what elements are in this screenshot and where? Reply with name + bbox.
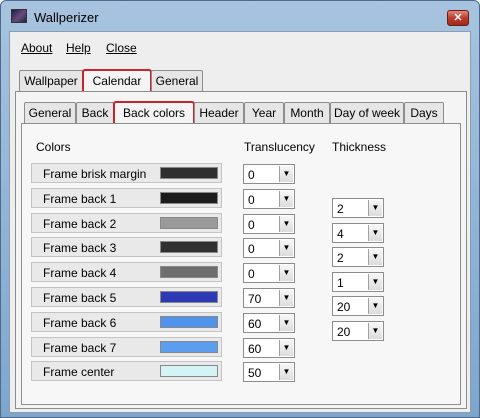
color-row[interactable]: Frame back 6 [31, 312, 222, 332]
color-label: Frame back 1 [43, 192, 117, 206]
title-bar[interactable]: Wallperizer ✕ [1, 1, 479, 31]
menu-help[interactable]: Help [66, 41, 91, 55]
color-row[interactable]: Frame back 7 [31, 337, 222, 357]
translucency-value: 0 [248, 218, 255, 232]
thickness-select[interactable]: 1 ▼ [332, 272, 384, 292]
color-row[interactable]: Frame back 4 [31, 262, 222, 282]
color-label: Frame back 5 [43, 291, 117, 305]
thickness-value: 1 [337, 276, 344, 290]
color-row[interactable]: Frame back 1 [31, 188, 222, 208]
color-label: Frame back 6 [43, 316, 117, 330]
color-label: Frame back 2 [43, 217, 117, 231]
color-label: Frame back 4 [43, 266, 117, 280]
thickness-header: Thickness [332, 140, 387, 154]
color-label: Frame back 7 [43, 341, 117, 355]
translucency-select[interactable]: 0 ▼ [243, 263, 295, 283]
tab-back-colors[interactable]: Back colors [113, 101, 195, 126]
chevron-down-icon[interactable]: ▼ [279, 290, 293, 306]
menu-bar: About Help Close [10, 32, 470, 58]
close-window-button[interactable]: ✕ [447, 10, 469, 26]
color-swatch[interactable] [160, 291, 218, 303]
color-swatch[interactable] [160, 266, 218, 278]
color-swatch[interactable] [160, 192, 218, 204]
translucency-select[interactable]: 50 ▼ [243, 362, 295, 382]
color-swatch[interactable] [160, 241, 218, 253]
color-row[interactable]: Frame back 3 [31, 237, 222, 257]
chevron-down-icon[interactable]: ▼ [279, 240, 293, 256]
thickness-value: 2 [337, 251, 344, 265]
color-swatch[interactable] [160, 365, 218, 377]
color-row[interactable]: Frame back 2 [31, 213, 222, 233]
translucency-value: 60 [248, 342, 262, 356]
menu-about[interactable]: About [21, 41, 52, 55]
tab-day-of-week[interactable]: Day of week [330, 102, 404, 124]
chevron-down-icon[interactable]: ▼ [279, 265, 293, 281]
thickness-value: 20 [337, 300, 351, 314]
chevron-down-icon[interactable]: ▼ [368, 323, 382, 339]
translucency-select[interactable]: 60 ▼ [243, 313, 295, 333]
chevron-down-icon[interactable]: ▼ [279, 364, 293, 380]
color-label: Frame back 3 [43, 241, 117, 255]
translucency-select[interactable]: 0 ▼ [243, 189, 295, 209]
translucency-header: Translucency [244, 140, 315, 154]
chevron-down-icon[interactable]: ▼ [368, 225, 382, 241]
app-window: Wallperizer ✕ About Help Close Wallpaper… [0, 0, 480, 418]
color-row[interactable]: Frame back 5 [31, 287, 222, 307]
chevron-down-icon[interactable]: ▼ [368, 298, 382, 314]
translucency-select[interactable]: 70 ▼ [243, 288, 295, 308]
color-swatch[interactable] [160, 167, 218, 179]
translucency-select[interactable]: 60 ▼ [243, 338, 295, 358]
calendar-panel: General Back Back colors Header Year Mon… [15, 91, 467, 409]
chevron-down-icon[interactable]: ▼ [279, 315, 293, 331]
chevron-down-icon[interactable]: ▼ [368, 274, 382, 290]
tab-back[interactable]: Back [76, 102, 114, 124]
translucency-value: 0 [248, 168, 255, 182]
chevron-down-icon[interactable]: ▼ [279, 340, 293, 356]
color-swatch[interactable] [160, 341, 218, 353]
translucency-value: 0 [248, 193, 255, 207]
thickness-select[interactable]: 2 ▼ [332, 247, 384, 267]
tab-wallpaper[interactable]: Wallpaper [19, 70, 83, 92]
color-swatch[interactable] [160, 316, 218, 328]
color-row[interactable]: Frame brisk margin [31, 163, 222, 183]
wallpaper-app-icon [11, 9, 27, 23]
tab-general[interactable]: General [151, 70, 203, 92]
translucency-value: 0 [248, 242, 255, 256]
chevron-down-icon[interactable]: ▼ [279, 216, 293, 232]
thickness-value: 2 [337, 202, 344, 216]
chevron-down-icon[interactable]: ▼ [279, 166, 293, 182]
thickness-value: 4 [337, 227, 344, 241]
translucency-select[interactable]: 0 ▼ [243, 164, 295, 184]
menu-close[interactable]: Close [106, 41, 137, 55]
color-label: Frame center [43, 365, 115, 379]
translucency-value: 70 [248, 292, 262, 306]
window-title: Wallperizer [34, 10, 99, 25]
chevron-down-icon[interactable]: ▼ [279, 191, 293, 207]
colors-header: Colors [36, 140, 71, 154]
tab-header[interactable]: Header [194, 102, 244, 124]
translucency-select[interactable]: 0 ▼ [243, 238, 295, 258]
thickness-select[interactable]: 4 ▼ [332, 223, 384, 243]
client-area: About Help Close Wallpaper Calendar Gene… [9, 31, 471, 413]
thickness-select[interactable]: 20 ▼ [332, 321, 384, 341]
tab-inner-general[interactable]: General [24, 102, 76, 124]
translucency-value: 60 [248, 317, 262, 331]
color-row[interactable]: Frame center [31, 361, 222, 381]
tab-month[interactable]: Month [284, 102, 330, 124]
translucency-value: 50 [248, 366, 262, 380]
translucency-value: 0 [248, 267, 255, 281]
color-swatch[interactable] [160, 217, 218, 229]
chevron-down-icon[interactable]: ▼ [368, 200, 382, 216]
tab-calendar[interactable]: Calendar [82, 69, 152, 94]
chevron-down-icon[interactable]: ▼ [368, 249, 382, 265]
translucency-select[interactable]: 0 ▼ [243, 214, 295, 234]
thickness-select[interactable]: 20 ▼ [332, 296, 384, 316]
thickness-value: 20 [337, 325, 351, 339]
color-label: Frame brisk margin [43, 167, 147, 181]
tab-year[interactable]: Year [244, 102, 284, 124]
back-colors-panel: Colors Translucency Thickness Frame bris… [21, 123, 461, 405]
tab-days[interactable]: Days [404, 102, 444, 124]
thickness-select[interactable]: 2 ▼ [332, 198, 384, 218]
